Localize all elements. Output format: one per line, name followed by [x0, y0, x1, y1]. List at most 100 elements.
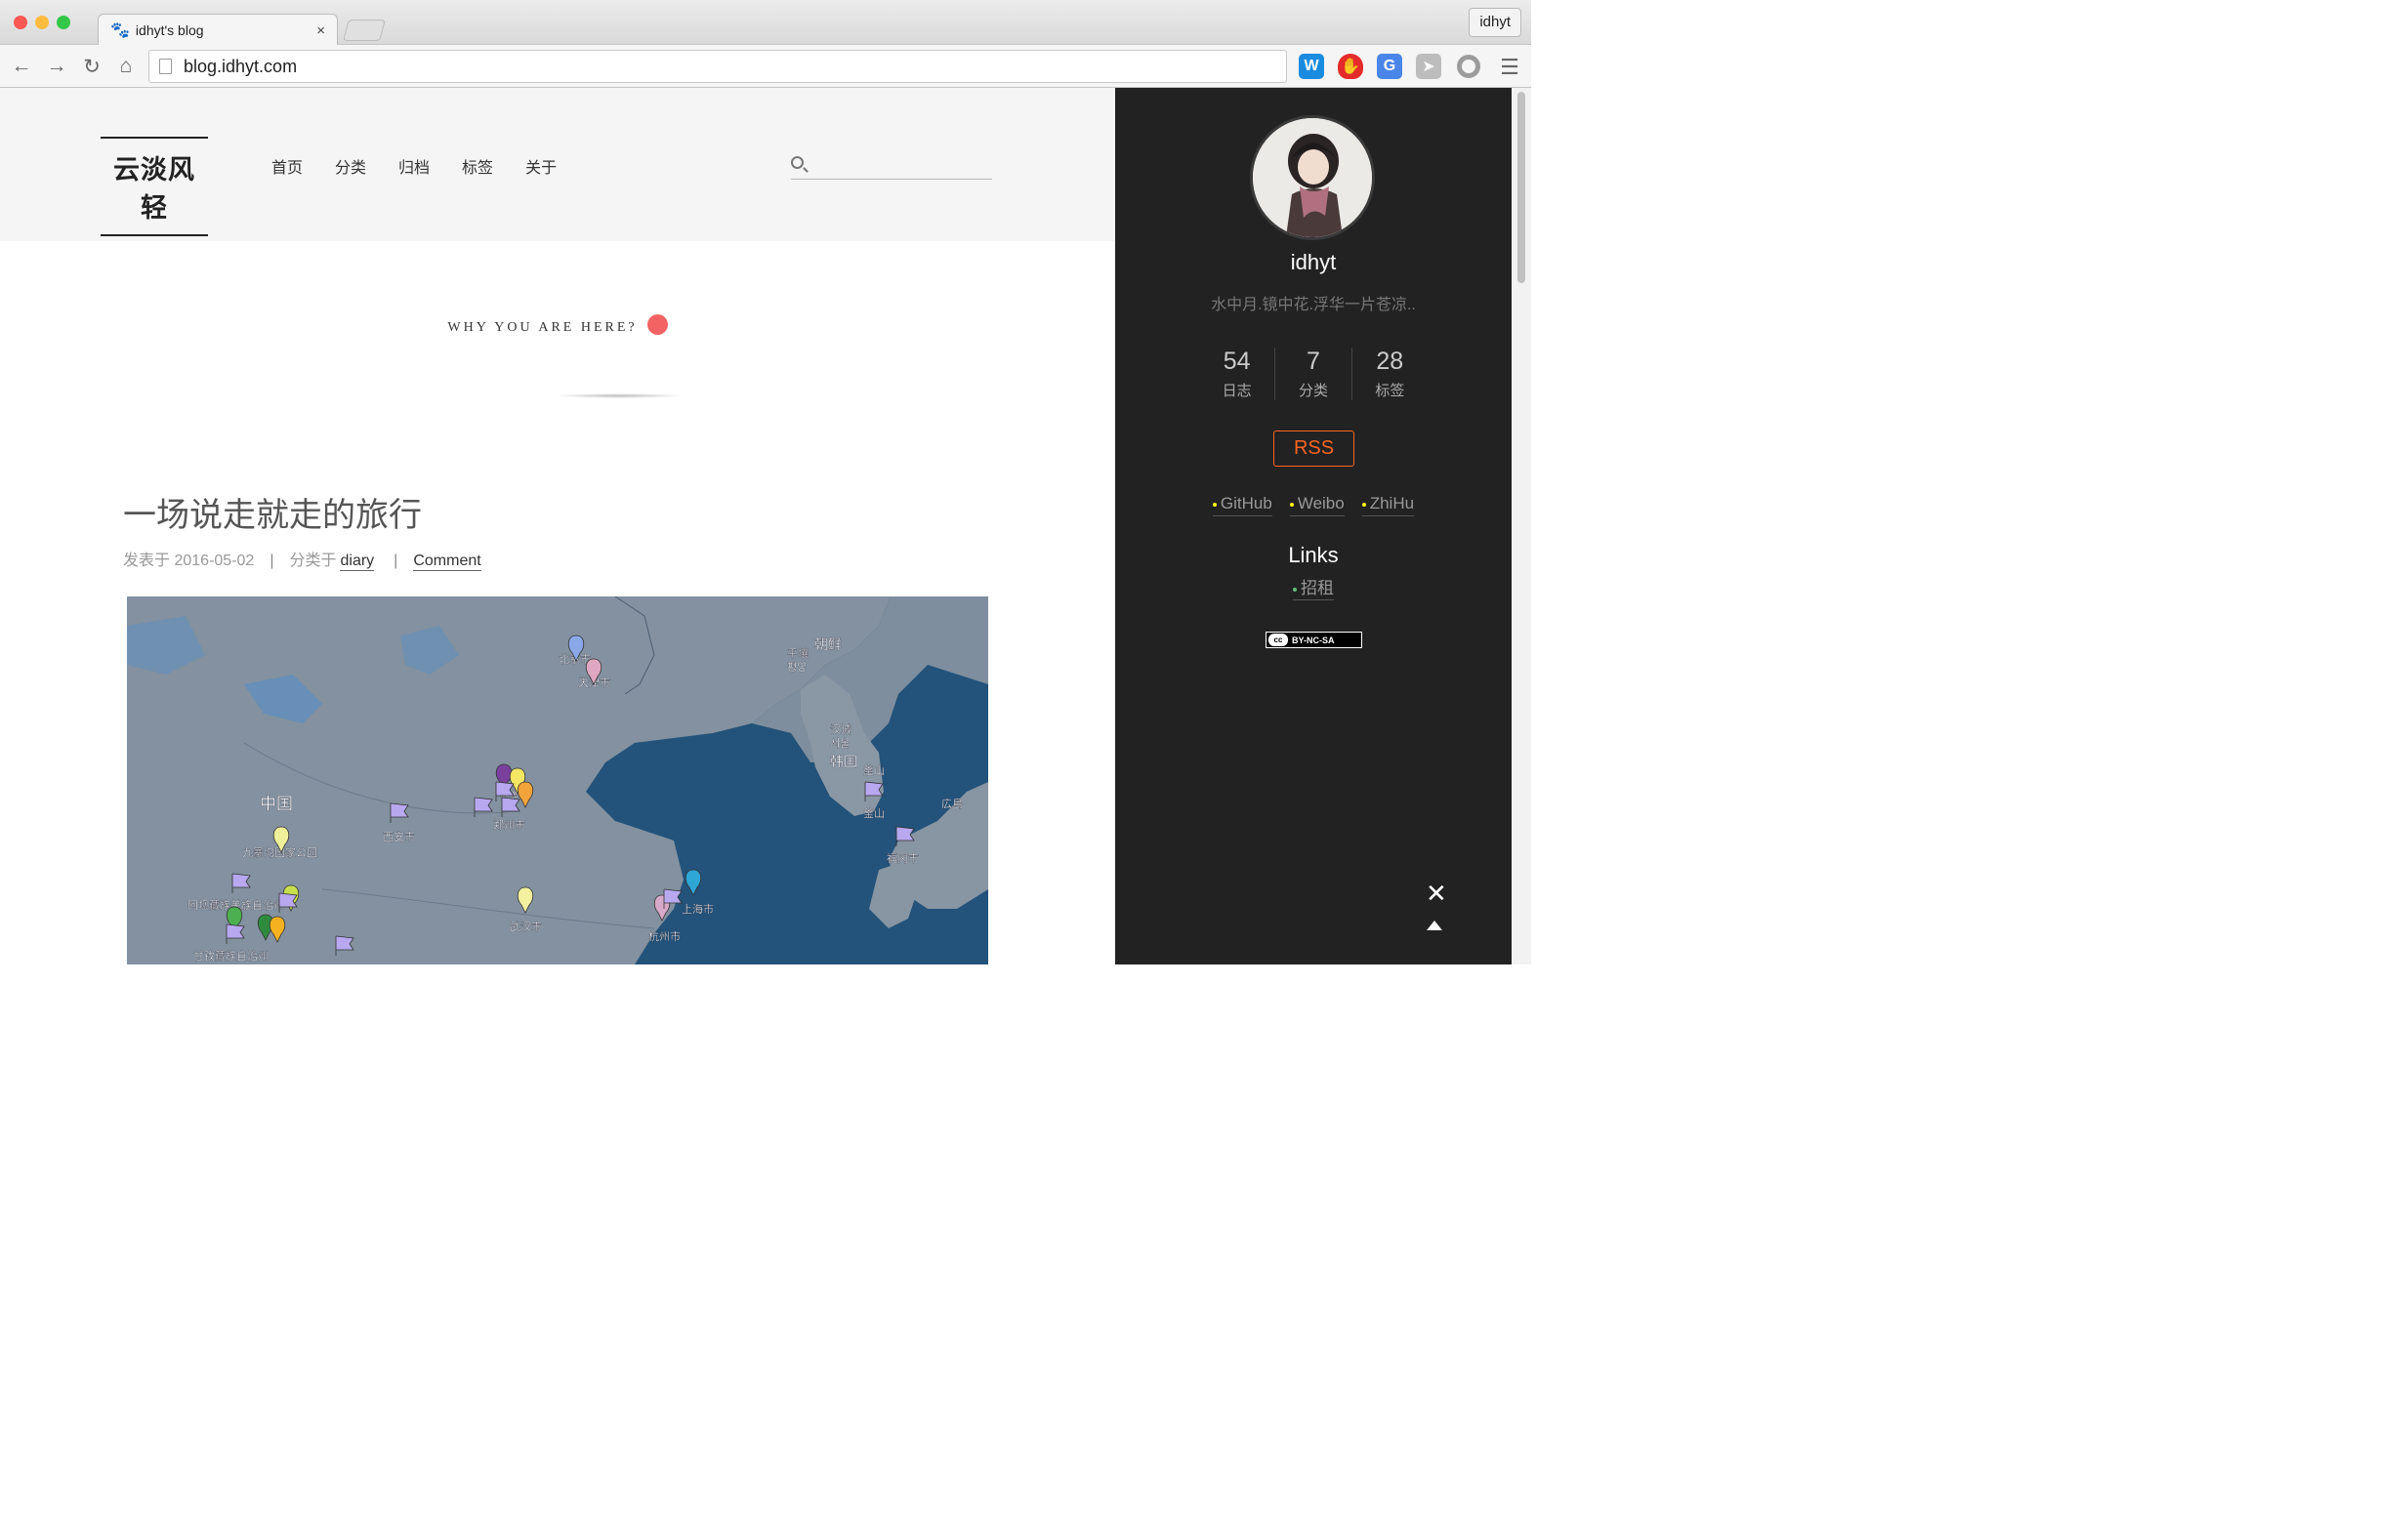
travel-map: 北京市 天津市 新乡市 郑州市 西安市 中国 九寨沟国家公园 阿坝藏族羌族自治州…: [127, 596, 988, 964]
new-tab-button[interactable]: [343, 20, 386, 41]
motto-text: WHY YOU ARE HERE?: [447, 320, 638, 335]
map-label-hangzhou: 杭州市: [648, 929, 681, 943]
site-logo[interactable]: 云淡风轻: [101, 137, 208, 236]
map-pin-cyan-icon: [685, 869, 702, 896]
friend-link[interactable]: 招租: [1293, 579, 1334, 600]
browser-toolbar: ← → ↻ ⌂ blog.idhyt.com W ✋ G ➤ ☰: [0, 45, 1531, 88]
map-label-shanghai: 上海市: [682, 902, 714, 916]
shield-icon[interactable]: ✋: [1338, 54, 1363, 79]
cc-icon: cc: [1268, 634, 1288, 646]
word-icon[interactable]: W: [1299, 54, 1324, 79]
back-arrow-icon[interactable]: ←: [10, 55, 33, 78]
stat-label: 日志: [1222, 383, 1252, 399]
search-icon: [791, 156, 804, 169]
social-links: GitHub Weibo ZhiHu: [1115, 494, 1512, 516]
motto-dot: [646, 314, 668, 335]
stat-categories[interactable]: 7 分类: [1274, 348, 1350, 400]
map-label-xian: 西安市: [383, 830, 415, 843]
translate-icon[interactable]: G: [1377, 54, 1402, 79]
back-to-top-icon[interactable]: [1427, 921, 1442, 930]
map-label-fukuoka: 福冈市: [887, 851, 919, 865]
comment-link[interactable]: Comment: [413, 553, 481, 571]
blog-page: 云淡风轻 首页 分类 归档 标签 关于 WHY YOU ARE HERE? 一场…: [0, 88, 1115, 964]
map-label-hiroshima: 広島: [941, 797, 963, 810]
site-motto: WHY YOU ARE HERE?: [0, 314, 1115, 336]
map-label-ganzi: 甘孜藏族自治州: [193, 949, 269, 963]
weibo-link[interactable]: Weibo: [1289, 494, 1345, 516]
weibo-label: Weibo: [1297, 494, 1345, 512]
map-label-north-korea: 朝鲜: [814, 636, 842, 652]
active-tab[interactable]: 🐾 idhyt's blog ×: [98, 14, 338, 46]
friend-links: 招租: [1115, 574, 1512, 600]
avatar: [1250, 115, 1375, 240]
github-link[interactable]: GitHub: [1212, 494, 1272, 516]
map-label-zhengzhou: 郑州市: [493, 818, 525, 832]
page-icon: [159, 59, 172, 74]
stat-label: 标签: [1375, 383, 1405, 399]
menu-item-categories[interactable]: 分类: [335, 154, 366, 178]
author-description: 水中月.镜中花.浮华一片苍凉..: [1211, 297, 1416, 313]
url-text: blog.idhyt.com: [184, 56, 298, 76]
minimize-window-button[interactable]: [35, 16, 49, 29]
zhihu-link[interactable]: ZhiHu: [1361, 494, 1415, 516]
stat-count: 28: [1376, 348, 1404, 375]
bullet-icon: [1361, 502, 1366, 507]
close-sidebar-icon[interactable]: ✕: [1426, 879, 1447, 909]
map-label-china: 中国: [260, 795, 293, 813]
stat-posts[interactable]: 54 日志: [1199, 348, 1274, 400]
maximize-window-button[interactable]: [57, 16, 70, 29]
scrollbar-thumb[interactable]: [1517, 92, 1525, 283]
links-title: Links: [1288, 543, 1339, 567]
bullet-icon: [1289, 502, 1294, 507]
license-badge[interactable]: cc BY-NC-SA: [1266, 632, 1362, 648]
close-window-button[interactable]: [14, 16, 27, 29]
browser-tabstrip: 🐾 idhyt's blog × idhyt: [0, 0, 1531, 46]
post-meta: 发表于 2016-05-02 | 分类于 diary | Comment: [123, 547, 485, 571]
map-label-busan-kr: 釜山: [863, 763, 885, 777]
address-bar[interactable]: blog.idhyt.com: [148, 50, 1287, 83]
main-menu: 首页 分类 归档 标签 关于: [271, 154, 557, 178]
map-label-korea: 韩国: [830, 754, 857, 769]
post-title[interactable]: 一场说走就走的旅行: [123, 488, 422, 536]
forward-arrow-icon[interactable]: →: [45, 55, 68, 78]
avatar-image: [1253, 118, 1372, 237]
stat-tags[interactable]: 28 标签: [1350, 348, 1428, 400]
rss-button[interactable]: RSS: [1273, 430, 1354, 467]
cursor-icon[interactable]: ➤: [1416, 54, 1441, 79]
map-label-pyongyang-kr: 평양: [787, 661, 807, 674]
friend-link-label: 招租: [1301, 579, 1334, 597]
meta-separator: |: [270, 553, 274, 569]
posted-label: 发表于: [123, 553, 171, 569]
stat-count: 54: [1223, 348, 1251, 375]
home-icon[interactable]: ⌂: [114, 55, 138, 78]
reload-icon[interactable]: ↻: [80, 55, 104, 79]
stat-count: 7: [1307, 348, 1320, 375]
menu-icon[interactable]: ☰: [1498, 55, 1521, 80]
tab-close-icon[interactable]: ×: [316, 22, 325, 39]
github-label: GitHub: [1220, 494, 1272, 512]
map-label-pyongyang: 平壤: [787, 646, 809, 660]
bullet-icon: [1293, 587, 1297, 592]
menu-item-tags[interactable]: 标签: [462, 154, 493, 178]
stat-label: 分类: [1298, 383, 1328, 399]
bullet-icon: [1212, 502, 1217, 507]
map-label-seoul: 서울: [830, 737, 850, 750]
author-name: idhyt: [1290, 250, 1337, 274]
license-text: BY-NC-SA: [1292, 635, 1335, 645]
map-graphic: 北京市 天津市 新乡市 郑州市 西安市 中国 九寨沟国家公园 阿坝藏族羌族自治州…: [127, 596, 988, 964]
meta-separator: |: [394, 553, 398, 569]
post-date: 2016-05-02: [174, 553, 255, 569]
site-stats: 54 日志 7 分类 28 标签: [1199, 348, 1428, 400]
circle-icon[interactable]: [1457, 55, 1480, 78]
divider: [555, 393, 684, 398]
tab-title: idhyt's blog: [135, 22, 204, 38]
profile-button[interactable]: idhyt: [1469, 8, 1521, 37]
search-input[interactable]: [791, 154, 992, 180]
scrollbar[interactable]: [1512, 88, 1531, 964]
menu-item-archives[interactable]: 归档: [398, 154, 430, 178]
sidebar: idhyt 水中月.镜中花.浮华一片苍凉.. 54 日志 7 分类 28 标签 …: [1115, 88, 1512, 964]
category-link[interactable]: diary: [340, 553, 375, 571]
menu-item-home[interactable]: 首页: [271, 154, 303, 178]
menu-item-about[interactable]: 关于: [525, 154, 557, 178]
category-label: 分类于: [289, 553, 337, 569]
